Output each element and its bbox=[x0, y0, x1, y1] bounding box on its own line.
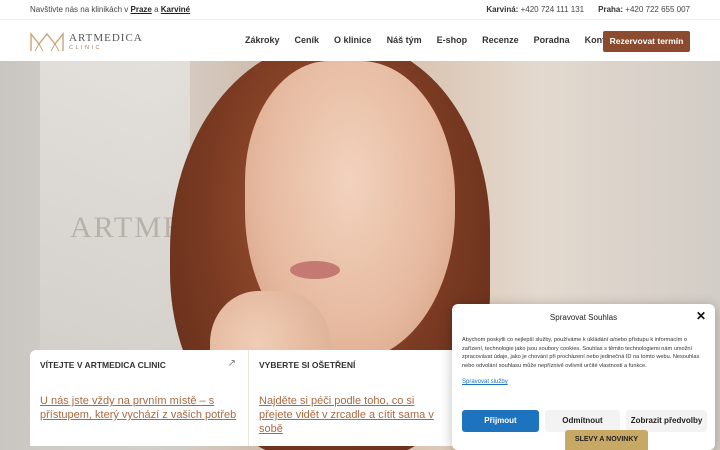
discounts-news-tab[interactable]: SLEVY A NOVINKY bbox=[565, 430, 648, 450]
site-logo[interactable]: ARTMEDICA CLINIC bbox=[30, 31, 143, 53]
conjunction-text: a bbox=[154, 5, 159, 14]
phone-label: Praha: bbox=[598, 5, 624, 14]
consent-body-text: Abychom poskytli co nejlepší služby, pou… bbox=[462, 337, 700, 369]
main-nav: Zákroky Ceník O klinice Náš tým E-shop R… bbox=[245, 35, 633, 45]
choose-treatment-card[interactable]: VYBERTE SI OŠETŘENÍ Najděte si péči podl… bbox=[248, 350, 460, 446]
card-link-text[interactable]: U nás jste vždy na prvním místě – s přís… bbox=[40, 394, 238, 422]
clinic-locations: Navštivte nás na klinikách v Praze a Kar… bbox=[30, 5, 190, 14]
accept-button[interactable]: Přijmout bbox=[462, 410, 539, 432]
welcome-card[interactable]: VÍTEJTE V ARTMEDICA CLINIC ↗ U nás jste … bbox=[30, 350, 248, 446]
nav-item-cenik[interactable]: Ceník bbox=[295, 35, 320, 45]
view-preferences-button[interactable]: Zobrazit předvolby bbox=[626, 410, 707, 432]
book-appointment-button[interactable]: Rezervovat termín bbox=[603, 31, 690, 52]
nav-item-o-klinice[interactable]: O klinice bbox=[334, 35, 372, 45]
phone-number: +420 724 111 131 bbox=[520, 5, 585, 14]
phone-numbers: Karviná: +420 724 111 131 Praha: +420 72… bbox=[486, 5, 690, 14]
manage-services-link[interactable]: Spravovat služby bbox=[462, 379, 705, 385]
hero-model-lips bbox=[290, 261, 340, 279]
phone-label: Karviná: bbox=[486, 5, 519, 14]
card-link-text[interactable]: Najděte si péči podle toho, co si přejet… bbox=[259, 394, 450, 436]
logo-subtitle: CLINIC bbox=[69, 44, 103, 51]
top-info-bar: Navštivte nás na klinikách v Praze a Kar… bbox=[0, 0, 720, 20]
city-link-karvina[interactable]: Karviné bbox=[161, 5, 190, 14]
city-link-praha[interactable]: Praze bbox=[131, 5, 152, 14]
logo-name: ARTMEDICA bbox=[69, 31, 143, 44]
card-title: VÍTEJTE V ARTMEDICA CLINIC bbox=[40, 360, 166, 370]
nav-item-nas-tym[interactable]: Náš tým bbox=[387, 35, 422, 45]
phone-number: +420 722 655 007 bbox=[625, 5, 690, 14]
cookie-consent-dialog: Spravovat Souhlas ✕ Abychom poskytli co … bbox=[452, 304, 715, 450]
visit-text: Navštivte nás na klinikách v bbox=[30, 5, 129, 14]
nav-item-zakroky[interactable]: Zákroky bbox=[245, 35, 280, 45]
card-title: VYBERTE SI OŠETŘENÍ bbox=[259, 360, 356, 370]
arrow-up-right-icon: ↗ bbox=[227, 358, 236, 369]
consent-title: Spravovat Souhlas bbox=[549, 313, 618, 322]
site-header: ARTMEDICA CLINIC Zákroky Ceník O klinice… bbox=[0, 21, 720, 61]
nav-item-poradna[interactable]: Poradna bbox=[534, 35, 570, 45]
deny-button[interactable]: Odmítnout bbox=[545, 410, 620, 432]
phone-praha[interactable]: Praha: +420 722 655 007 bbox=[598, 5, 690, 14]
close-icon[interactable]: ✕ bbox=[696, 309, 706, 323]
logo-mark-icon bbox=[30, 32, 64, 52]
phone-karvina[interactable]: Karviná: +420 724 111 131 bbox=[486, 5, 584, 14]
nav-item-recenze[interactable]: Recenze bbox=[482, 35, 519, 45]
nav-item-eshop[interactable]: E-shop bbox=[437, 35, 468, 45]
consent-buttons: Přijmout Odmítnout Zobrazit předvolby bbox=[462, 410, 707, 432]
